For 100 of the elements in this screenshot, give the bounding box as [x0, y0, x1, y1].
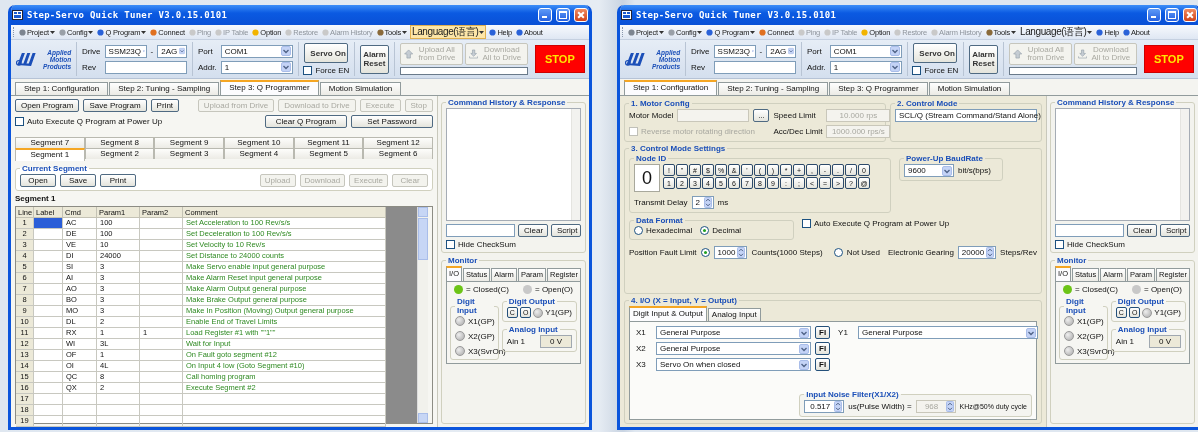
alarm-reset-button[interactable]: Alarm Reset: [360, 44, 389, 74]
program-button[interactable]: Clear Q Program: [265, 115, 347, 128]
port-select[interactable]: COM1: [829, 44, 902, 58]
segment-tab[interactable]: Segment 9: [154, 137, 224, 148]
port-select[interactable]: COM1: [220, 44, 293, 58]
alarm-reset-button[interactable]: Alarm Reset: [969, 44, 998, 74]
history-box[interactable]: [1055, 108, 1190, 221]
table-cell[interactable]: [34, 383, 63, 394]
address-select[interactable]: 1: [220, 60, 293, 74]
table-cell[interactable]: [34, 218, 63, 229]
tab[interactable]: Motion Simulation: [928, 82, 1011, 95]
rev-field[interactable]: [713, 60, 797, 74]
segment-tab[interactable]: Segment 12: [363, 137, 433, 148]
segment-tab[interactable]: Segment 7: [15, 137, 85, 148]
program-button[interactable]: Open Program: [15, 99, 80, 112]
drive-select[interactable]: SSM23Q: [713, 44, 756, 58]
baud-rate-select[interactable]: 9600: [904, 164, 954, 177]
radio-button[interactable]: [700, 248, 710, 257]
variant-select[interactable]: 2AG: [766, 44, 797, 58]
checkbox[interactable]: [446, 240, 455, 249]
rev-field[interactable]: [104, 60, 188, 74]
drive-select[interactable]: SSM23Q: [104, 44, 147, 58]
table-cell[interactable]: [34, 372, 63, 383]
servo-on-button[interactable]: Servo On: [913, 43, 958, 63]
history-button[interactable]: Script: [1160, 224, 1190, 237]
segment-tab[interactable]: Segment 3: [154, 148, 224, 159]
table-cell[interactable]: [34, 284, 63, 295]
tab[interactable]: Step 2: Tuning - Sampling: [109, 82, 220, 95]
tab[interactable]: Step 1: Configuration: [624, 80, 718, 95]
program-button[interactable]: Print: [150, 99, 180, 112]
gearing-spinner[interactable]: 20000: [957, 246, 997, 259]
maximize-button[interactable]: [556, 8, 570, 22]
transmit-delay-spinner[interactable]: 2: [691, 196, 714, 209]
segment-tab[interactable]: Segment 4: [224, 148, 294, 159]
segment-tab[interactable]: Segment 1: [15, 148, 85, 161]
analog-value-field[interactable]: 0 V: [540, 335, 572, 348]
checkbox[interactable]: [802, 219, 811, 228]
program-button[interactable]: Set Password: [351, 115, 433, 128]
program-button[interactable]: Save Program: [83, 99, 147, 112]
tab[interactable]: Step 3: Q Programmer: [829, 82, 928, 95]
variant-select[interactable]: 2AG: [157, 44, 188, 58]
tab[interactable]: Analog Input: [707, 308, 761, 321]
history-button[interactable]: Clear: [1127, 224, 1157, 237]
segment-tab[interactable]: Segment 2: [84, 148, 155, 159]
segment-button[interactable]: Save: [60, 174, 96, 187]
filter-button[interactable]: FI: [815, 326, 831, 339]
table-cell[interactable]: [34, 229, 63, 240]
address-select[interactable]: 1: [829, 60, 902, 74]
filter-button[interactable]: FI: [815, 342, 831, 355]
servo-on-button[interactable]: Servo On: [304, 43, 349, 63]
table-cell[interactable]: [34, 361, 63, 372]
input-function-select[interactable]: General Purpose: [656, 326, 811, 339]
radio-button[interactable]: [833, 248, 843, 257]
table-cell[interactable]: [34, 394, 63, 405]
checkbox[interactable]: [1055, 240, 1064, 249]
close-button[interactable]: [574, 8, 588, 22]
input-function-select[interactable]: General Purpose: [656, 342, 811, 355]
minimize-button[interactable]: [538, 8, 552, 22]
noise-filter-spinner[interactable]: 0.517: [804, 400, 845, 413]
table-cell[interactable]: [34, 251, 63, 262]
input-function-select[interactable]: Servo On when closed: [656, 358, 811, 371]
radio-button[interactable]: [634, 226, 643, 235]
table-cell[interactable]: [34, 295, 63, 306]
table-cell[interactable]: [34, 306, 63, 317]
analog-value-field[interactable]: 0 V: [1149, 335, 1181, 348]
tab[interactable]: Step 2: Tuning - Sampling: [718, 82, 829, 95]
tab[interactable]: Step 1: Configuration: [15, 82, 109, 95]
checkbox[interactable]: [303, 66, 313, 75]
table-cell[interactable]: [34, 405, 63, 416]
toolbar-button[interactable]: Language(语言): [1019, 26, 1094, 38]
command-field[interactable]: [446, 224, 515, 237]
tab[interactable]: Step 3: Q Programmer: [220, 80, 319, 95]
browse-button[interactable]: ...: [753, 109, 770, 122]
segment-tab[interactable]: Segment 6: [363, 148, 433, 159]
history-box[interactable]: [446, 108, 581, 221]
table-cell[interactable]: [34, 273, 63, 284]
scrollbar[interactable]: [417, 207, 428, 423]
command-field[interactable]: [1055, 224, 1124, 237]
toolbar-button[interactable]: Language(语言): [410, 25, 487, 39]
maximize-button[interactable]: [1165, 8, 1179, 22]
table-cell[interactable]: [34, 339, 63, 350]
checkbox[interactable]: [15, 117, 24, 126]
close-button[interactable]: [1183, 8, 1197, 22]
tab[interactable]: Digit Input & Output: [629, 306, 707, 321]
table-cell[interactable]: [34, 328, 63, 339]
fault-limit-spinner[interactable]: 1000: [713, 246, 748, 259]
output-function-select[interactable]: General Purpose: [858, 326, 1039, 339]
motor-model-field[interactable]: [677, 109, 750, 122]
segment-tab[interactable]: Segment 5: [293, 148, 364, 159]
table-cell[interactable]: [34, 350, 63, 361]
history-button[interactable]: Clear: [518, 224, 548, 237]
radio-button[interactable]: [700, 226, 710, 235]
minimize-button[interactable]: [1147, 8, 1161, 22]
segment-button[interactable]: Print: [100, 174, 136, 187]
history-button[interactable]: Script: [551, 224, 581, 237]
segment-button[interactable]: Open: [20, 174, 56, 187]
table-cell[interactable]: [34, 416, 63, 427]
tab[interactable]: Motion Simulation: [319, 82, 402, 95]
filter-button[interactable]: FI: [815, 358, 831, 371]
table-cell[interactable]: [34, 262, 63, 273]
